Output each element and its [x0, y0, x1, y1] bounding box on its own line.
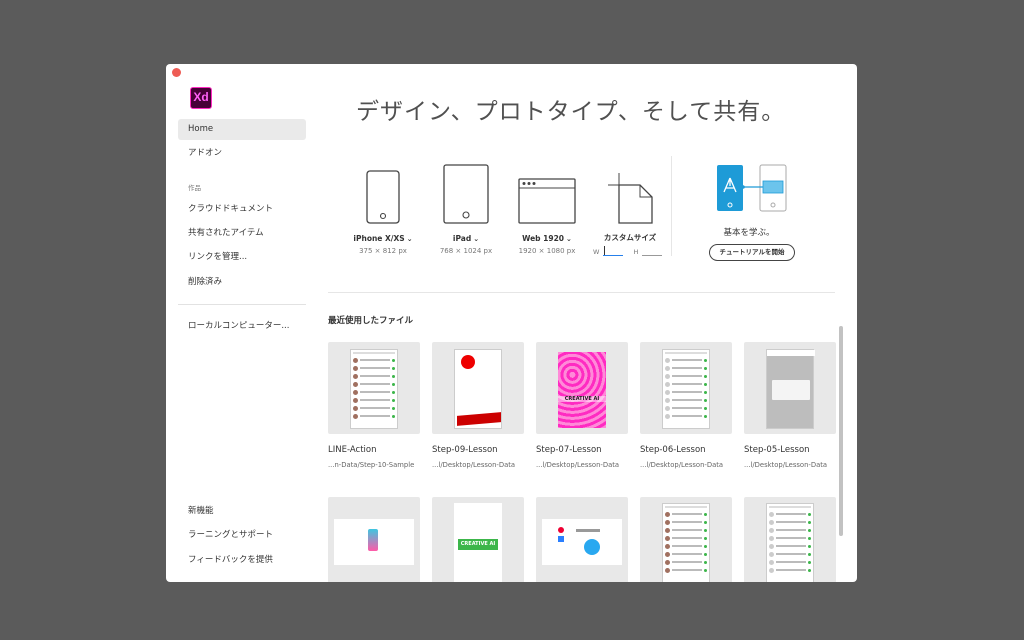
sidebar-section-works: 作品 [188, 184, 201, 192]
sidebar-divider [178, 304, 306, 305]
sidebar-item-feedback[interactable]: フィードバックを提供 [178, 550, 306, 571]
list-screen-preview [662, 349, 710, 429]
preset-custom-size[interactable]: カスタムサイズ W H [591, 162, 669, 256]
chevron-down-icon[interactable]: ⌄ [473, 235, 479, 243]
recent-file-name[interactable]: LINE-Action [328, 445, 376, 455]
sidebar-item-whats-new[interactable]: 新機能 [178, 501, 306, 522]
iphone-icon [348, 162, 418, 224]
chevron-down-icon[interactable]: ⌄ [566, 235, 572, 243]
creative-ai-label: CREATIVE AI [458, 539, 498, 550]
dialog-screen-preview [766, 349, 815, 429]
sidebar-item-local-computer[interactable]: ローカルコンピューター... [178, 316, 306, 337]
recent-file-name[interactable]: Step-05-Lesson [744, 445, 810, 455]
sidebar-item-learning-support[interactable]: ラーニングとサポート [178, 525, 306, 546]
recent-file-path: ...l/Desktop/Lesson-Data [640, 461, 724, 469]
list-screen-preview [766, 503, 814, 582]
custom-size-icon [591, 162, 669, 224]
sidebar-item-home[interactable]: Home [178, 119, 306, 140]
recent-file-thumbnail[interactable] [328, 342, 420, 434]
width-input[interactable] [603, 246, 624, 256]
recent-file-name[interactable]: Step-07-Lesson [536, 445, 602, 455]
recent-file-thumbnail[interactable] [744, 497, 836, 582]
preset-name: iPhone X/XS [353, 234, 405, 243]
screen-preview [542, 519, 622, 565]
recent-files-scrollbar[interactable] [839, 326, 843, 536]
preset-name: iPad [452, 234, 472, 243]
sidebar: Xd Home アドオン 作品 クラウドドキュメント 共有されたアイテム リンク… [166, 64, 316, 582]
learn-basics-title: 基本を学ぶ。 [723, 228, 775, 238]
sidebar-item-shared[interactable]: 共有されたアイテム [178, 223, 306, 244]
recent-files-title: 最近使用したファイル [328, 316, 414, 326]
recent-file-thumbnail[interactable] [640, 342, 732, 434]
page-headline: デザイン、プロトタイプ、そして共有。 [356, 99, 786, 125]
creative-ai-screen-preview: CREATIVE AI [558, 352, 606, 428]
chevron-down-icon[interactable]: ⌄ [407, 235, 413, 243]
recent-file-path: ...n-Data/Step-10-Sample [328, 461, 415, 469]
tutorial-illustration-icon [716, 164, 788, 212]
recent-file-path: ...l/Desktop/Lesson-Data [744, 461, 828, 469]
preset-name: Web 1920 [522, 234, 565, 243]
recent-file-thumbnail[interactable] [328, 497, 420, 582]
recent-file-path: ...l/Desktop/Lesson-Data [432, 461, 516, 469]
xd-logo: Xd [190, 87, 212, 109]
preset-name: カスタムサイズ [603, 233, 657, 242]
screen-preview [454, 349, 502, 429]
recent-file-path: ...l/Desktop/Lesson-Data [536, 461, 620, 469]
preset-web-1920[interactable]: Web 1920 ⌄ 1920 × 1080 px [511, 162, 583, 255]
xd-home-window: Xd Home アドオン 作品 クラウドドキュメント 共有されたアイテム リンク… [166, 64, 857, 582]
list-screen-preview [662, 503, 710, 582]
sidebar-item-deleted[interactable]: 削除済み [178, 272, 306, 293]
browser-window-icon [511, 162, 583, 224]
recent-file-thumbnail[interactable]: CREATIVE AI [536, 342, 628, 434]
height-label: H [633, 248, 639, 256]
height-input[interactable] [642, 246, 663, 256]
recent-file-thumbnail[interactable] [640, 497, 732, 582]
start-tutorial-button[interactable]: チュートリアルを開始 [709, 244, 795, 261]
preset-size: 375 × 812 px [359, 247, 407, 255]
section-divider [328, 292, 835, 293]
recent-file-thumbnail[interactable] [432, 342, 524, 434]
ipad-icon [431, 162, 501, 224]
width-label: W [593, 248, 600, 256]
creative-ai-label: CREATIVE AI [558, 396, 606, 402]
sidebar-item-cloud-documents[interactable]: クラウドドキュメント [178, 199, 306, 220]
presets-divider [671, 156, 672, 256]
recent-file-name[interactable]: Step-09-Lesson [432, 445, 498, 455]
recent-file-thumbnail[interactable] [536, 497, 628, 582]
preset-ipad[interactable]: iPad ⌄ 768 × 1024 px [431, 162, 501, 255]
preset-iphone[interactable]: iPhone X/XS ⌄ 375 × 812 px [348, 162, 418, 255]
preset-size: 768 × 1024 px [439, 247, 493, 255]
recent-file-name[interactable]: Step-06-Lesson [640, 445, 706, 455]
sidebar-item-addons[interactable]: アドオン [178, 143, 306, 164]
screen-preview [334, 519, 414, 565]
list-screen-preview [350, 349, 398, 429]
recent-file-thumbnail[interactable]: CREATIVE AI [432, 497, 524, 582]
sidebar-item-manage-links[interactable]: リンクを管理... [178, 247, 306, 268]
creative-ai-screen-preview: CREATIVE AI [454, 503, 502, 582]
recent-file-thumbnail[interactable] [744, 342, 836, 434]
preset-size: 1920 × 1080 px [518, 247, 576, 255]
